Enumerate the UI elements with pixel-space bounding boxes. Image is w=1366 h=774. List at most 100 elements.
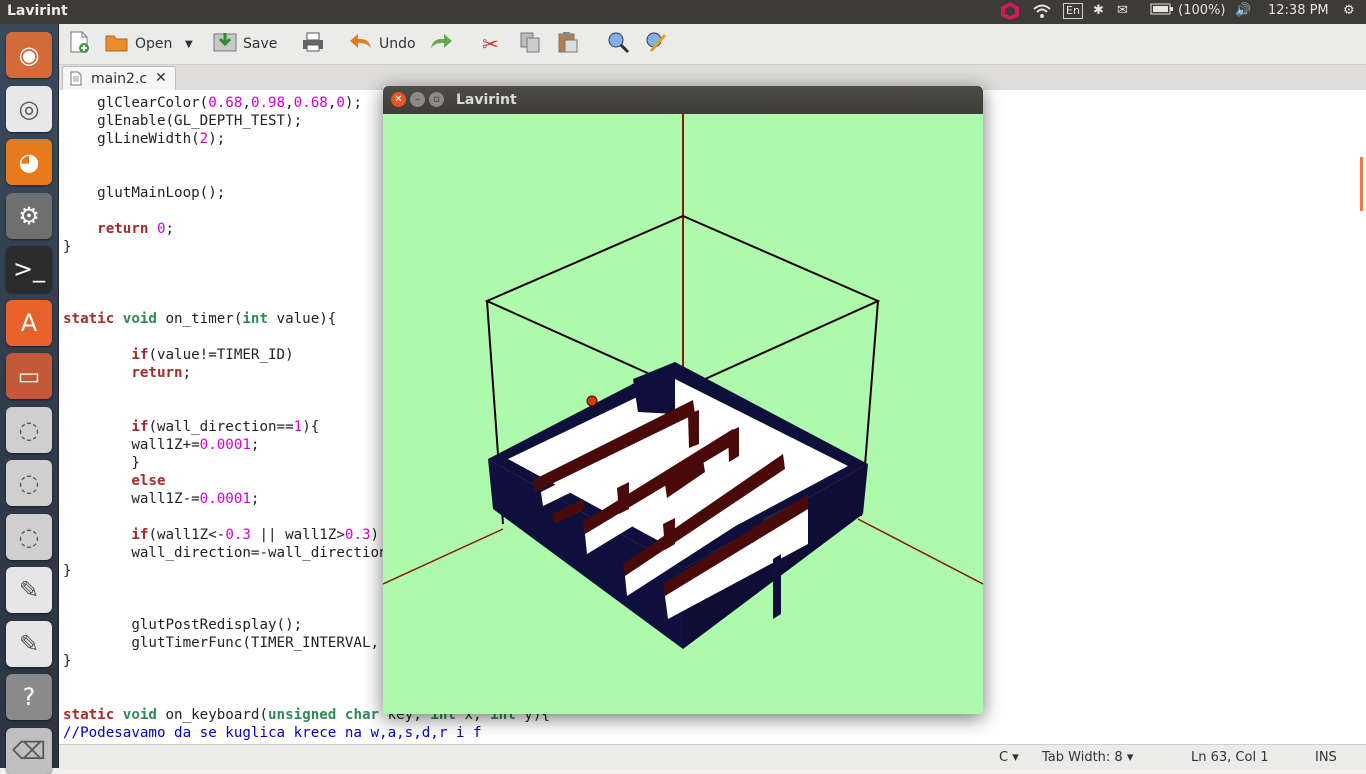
maximize-window-button[interactable]: ▫ xyxy=(429,92,444,107)
clock[interactable]: 12:38 PM xyxy=(1268,3,1329,18)
redo-icon xyxy=(429,32,453,57)
code-line[interactable]: return 0; xyxy=(63,221,174,237)
code-line[interactable]: wall1Z-=0.0001; xyxy=(63,491,259,507)
code-line[interactable]: static void on_timer(int value){ xyxy=(63,311,336,327)
code-line[interactable]: wall1Z+=0.0001; xyxy=(63,437,259,453)
minimize-window-button[interactable]: – xyxy=(410,92,425,107)
paste-button[interactable] xyxy=(556,30,584,58)
drive-icon[interactable]: ◌ xyxy=(6,406,52,453)
firefox-icon[interactable]: ◕ xyxy=(6,139,52,185)
tab-main2-c[interactable]: main2.c ✕ xyxy=(62,66,176,91)
keyboard-layout-indicator[interactable]: En xyxy=(1063,3,1083,19)
app-indicator-icon[interactable] xyxy=(1000,1,1020,25)
open-recent-dropdown[interactable]: ▼ xyxy=(185,30,193,58)
redo-button[interactable] xyxy=(429,30,459,58)
launcher-glyph: ⚙ xyxy=(18,201,40,230)
launcher-glyph: ◌ xyxy=(18,469,40,497)
save-button[interactable]: Save xyxy=(213,30,277,58)
code-line[interactable]: if(value!=TIMER_ID) xyxy=(63,347,293,363)
bluetooth-icon[interactable]: ✱ xyxy=(1093,3,1104,18)
insert-mode: INS xyxy=(1315,750,1337,765)
search-icon xyxy=(607,31,630,58)
new-document-icon xyxy=(69,30,89,59)
lavirint-window[interactable]: ✕ – ▫ Lavirint xyxy=(382,86,984,714)
launcher-glyph: ▭ xyxy=(17,362,41,390)
wifi-icon[interactable] xyxy=(1032,3,1052,23)
code-line[interactable]: } xyxy=(63,653,72,669)
chrome-icon[interactable]: ◎ xyxy=(6,85,52,132)
launcher-glyph: ◌ xyxy=(18,522,40,551)
save-icon xyxy=(213,31,237,58)
replace-button[interactable] xyxy=(645,30,673,58)
text-editor-icon[interactable]: ✎ xyxy=(6,567,52,613)
find-button[interactable] xyxy=(607,30,635,58)
code-line[interactable]: glLineWidth(2); xyxy=(63,131,225,147)
battery-indicator[interactable]: (100%) xyxy=(1150,3,1225,18)
close-window-button[interactable]: ✕ xyxy=(391,92,406,107)
tab-label: main2.c xyxy=(91,71,148,87)
copy-icon xyxy=(519,31,541,58)
scrollbar-thumb[interactable] xyxy=(1360,157,1363,211)
launcher-glyph: ⌫ xyxy=(12,736,46,765)
trash-icon[interactable]: ⌫ xyxy=(6,727,52,774)
ball xyxy=(586,395,598,407)
status-bar: C ▾ Tab Width: 8 ▾ Ln 63, Col 1 INS xyxy=(59,744,1366,769)
window-titlebar[interactable]: ✕ – ▫ Lavirint xyxy=(383,86,983,114)
cut-button[interactable]: ✂ xyxy=(482,30,505,58)
system-settings-icon[interactable]: ⚙ xyxy=(6,192,52,239)
copy-button[interactable] xyxy=(519,30,547,58)
paste-icon xyxy=(556,31,578,58)
drive-icon[interactable]: ◌ xyxy=(6,513,52,560)
code-line[interactable]: wall_direction=-wall_direction; xyxy=(63,545,396,561)
open-label: Open xyxy=(135,36,173,52)
top-panel: Lavirint En ✱ ✉ (100%) 🔊 12:38 PM ⚙ xyxy=(0,0,1366,24)
software-center-icon[interactable]: A xyxy=(6,299,52,346)
code-line[interactable]: if(wall1Z<-0.3 || wall1Z>0.3) xyxy=(63,527,379,543)
printer-icon xyxy=(302,31,324,58)
print-button[interactable] xyxy=(302,30,330,58)
chevron-down-icon: ▼ xyxy=(185,38,193,50)
code-line[interactable]: else xyxy=(63,473,165,489)
save-label: Save xyxy=(243,36,278,52)
launcher-glyph: ? xyxy=(22,683,36,711)
cursor-position: Ln 63, Col 1 xyxy=(1191,750,1269,765)
language-selector[interactable]: C ▾ xyxy=(999,750,1019,765)
power-icon[interactable]: ⚙ xyxy=(1343,3,1355,18)
close-tab-icon[interactable]: ✕ xyxy=(155,70,167,86)
launcher-glyph: ✎ xyxy=(18,629,40,658)
find-replace-icon xyxy=(645,31,667,58)
launcher-glyph: ◉ xyxy=(18,41,40,69)
toolbar: Open ▼ Save Undo ✂ xyxy=(59,24,1366,65)
code-line[interactable]: } xyxy=(63,455,140,471)
code-line[interactable]: glEnable(GL_DEPTH_TEST); xyxy=(63,113,302,129)
code-line[interactable]: //Podesavamo da se kuglica krece na w,a,… xyxy=(63,725,482,741)
launcher-glyph: >_ xyxy=(12,255,46,283)
text-file-icon xyxy=(70,71,82,89)
tab-width-selector[interactable]: Tab Width: 8 ▾ xyxy=(1042,750,1133,765)
code-line[interactable]: glutMainLoop(); xyxy=(63,185,225,201)
new-document-button[interactable] xyxy=(69,30,95,58)
text-editor-icon[interactable]: ✎ xyxy=(6,620,52,667)
code-line[interactable]: } xyxy=(63,239,72,255)
window-title: Lavirint xyxy=(456,92,517,108)
terminal-icon[interactable]: >_ xyxy=(6,246,52,292)
ubuntu-home-icon[interactable]: ◉ xyxy=(6,32,52,78)
active-window-title: Lavirint xyxy=(7,3,68,19)
code-line[interactable]: if(wall_direction==1){ xyxy=(63,419,319,435)
code-line[interactable]: glutPostRedisplay(); xyxy=(63,617,302,633)
code-line[interactable]: return; xyxy=(63,365,191,381)
gl-canvas[interactable] xyxy=(382,114,984,714)
code-line[interactable]: } xyxy=(63,563,72,579)
undo-label: Undo xyxy=(379,36,416,52)
help-icon[interactable]: ? xyxy=(6,674,52,720)
undo-button[interactable]: Undo xyxy=(349,30,416,58)
drive-icon[interactable]: ◌ xyxy=(6,460,52,506)
volume-icon[interactable]: 🔊 xyxy=(1235,3,1251,18)
open-button[interactable]: Open xyxy=(105,30,172,58)
code-line[interactable]: glClearColor(0.68,0.98,0.68,0); xyxy=(63,95,362,111)
scissors-icon: ✂ xyxy=(482,32,499,56)
mail-icon[interactable]: ✉ xyxy=(1117,3,1128,18)
undo-icon xyxy=(349,32,373,57)
file-manager-icon[interactable]: ▭ xyxy=(6,353,52,399)
launcher-glyph: ✎ xyxy=(18,576,40,604)
